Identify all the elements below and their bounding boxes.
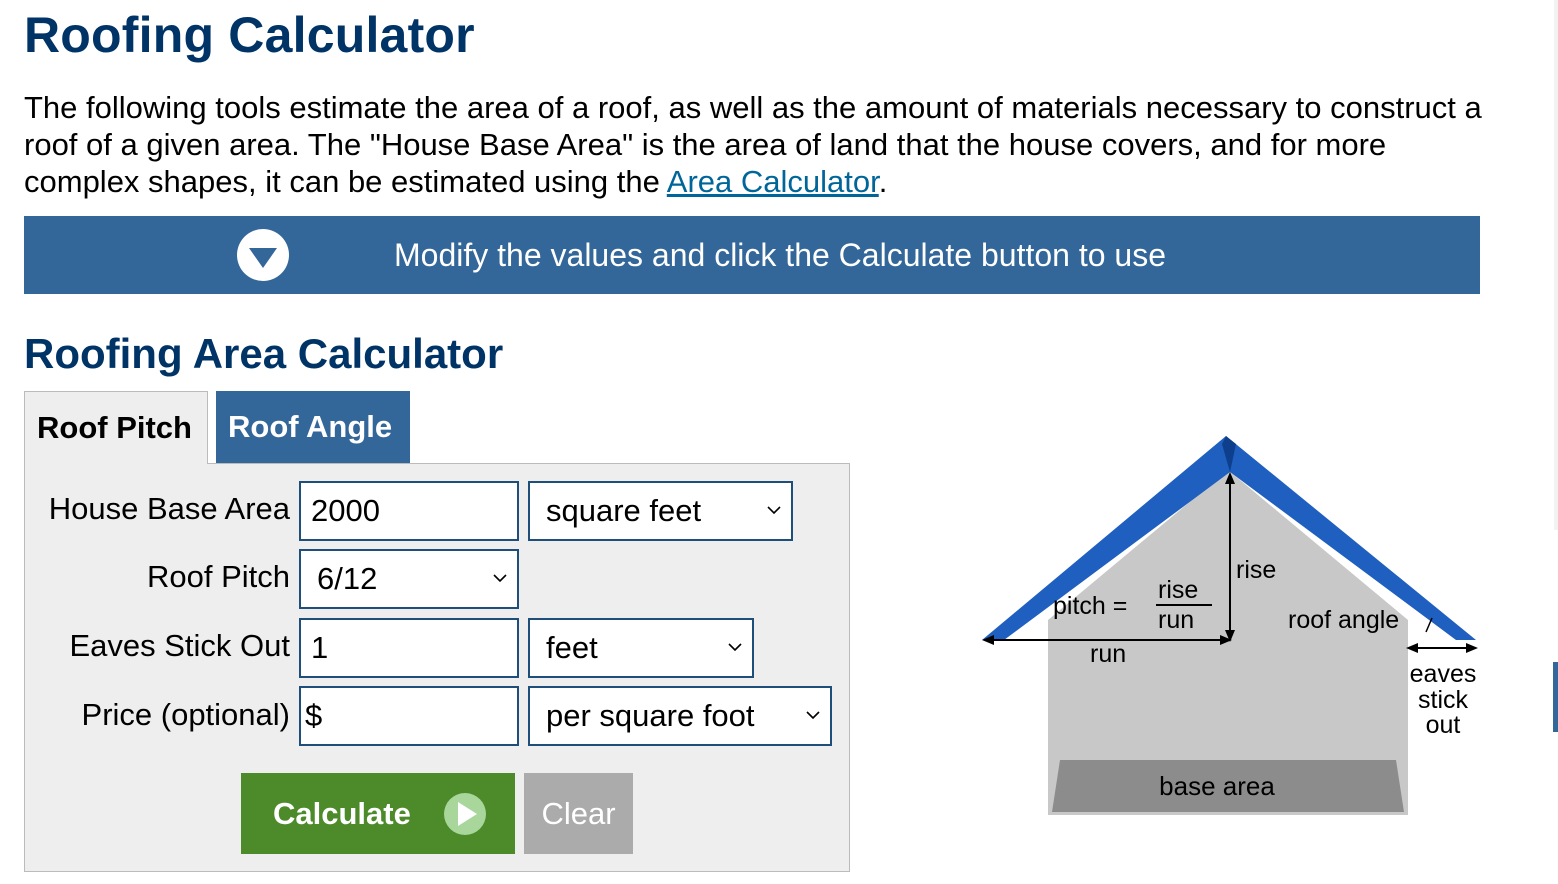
page-title: Roofing Calculator [24,7,475,63]
scrollbar-track[interactable] [1554,0,1558,530]
clear-button[interactable]: Clear [524,773,633,854]
calculator-title: Roofing Area Calculator [24,330,504,377]
base-area-input[interactable] [299,481,519,541]
diagram-eaves-label-2: stick [1418,686,1469,714]
price-label: Price (optional) [81,697,290,732]
base-area-label: House Base Area [48,491,290,526]
eaves-input[interactable] [299,618,519,678]
chevron-down-circle-icon [237,229,289,281]
price-input[interactable] [299,686,519,746]
diagram-eaves-label-3: out [1426,711,1461,739]
chevron-down-icon [806,711,820,720]
price-unit-value: per square foot [546,698,755,733]
diagram-fraction-rise: rise [1158,576,1198,604]
diagram-fraction-run: run [1158,606,1194,634]
diagram-eaves-label-1: eaves [1410,660,1477,688]
base-area-unit-value: square feet [546,493,702,528]
roof-pitch-value: 6/12 [317,561,378,596]
banner-text: Modify the values and click the Calculat… [394,237,1166,273]
instruction-banner[interactable]: Modify the values and click the Calculat… [24,216,1480,294]
area-calculator-link[interactable]: Area Calculator [667,164,879,199]
tab-roof-angle[interactable]: Roof Angle [216,391,410,463]
intro-end: . [878,164,888,199]
scrollbar-thumb[interactable] [1553,662,1558,732]
chevron-down-icon [728,643,742,652]
diagram-roof-angle-label: roof angle [1288,606,1399,634]
eaves-unit-value: feet [546,630,598,665]
chevron-down-icon [493,574,507,583]
eaves-unit-select[interactable]: feet [528,618,754,678]
price-unit-select[interactable]: per square foot [528,686,832,746]
tab-roof-pitch[interactable]: Roof Pitch [24,391,208,464]
roof-diagram: rise pitch = rise run run roof angle eav… [982,436,1478,815]
calculate-label: Calculate [273,796,411,831]
calculate-button[interactable]: Calculate [241,773,515,854]
eaves-label: Eaves Stick Out [69,628,290,663]
intro-paragraph: The following tools estimate the area of… [24,89,1504,200]
diagram-rise-label: rise [1236,556,1276,584]
play-icon [444,793,486,835]
diagram-run-label: run [1090,640,1126,668]
diagram-pitch-label: pitch = [1053,592,1127,620]
base-area-unit-select[interactable]: square feet [528,481,793,541]
roof-pitch-select[interactable]: 6/12 [299,549,519,609]
chevron-down-icon [767,506,781,515]
roof-pitch-label: Roof Pitch [146,559,290,594]
diagram-base-area-label: base area [1159,771,1275,801]
